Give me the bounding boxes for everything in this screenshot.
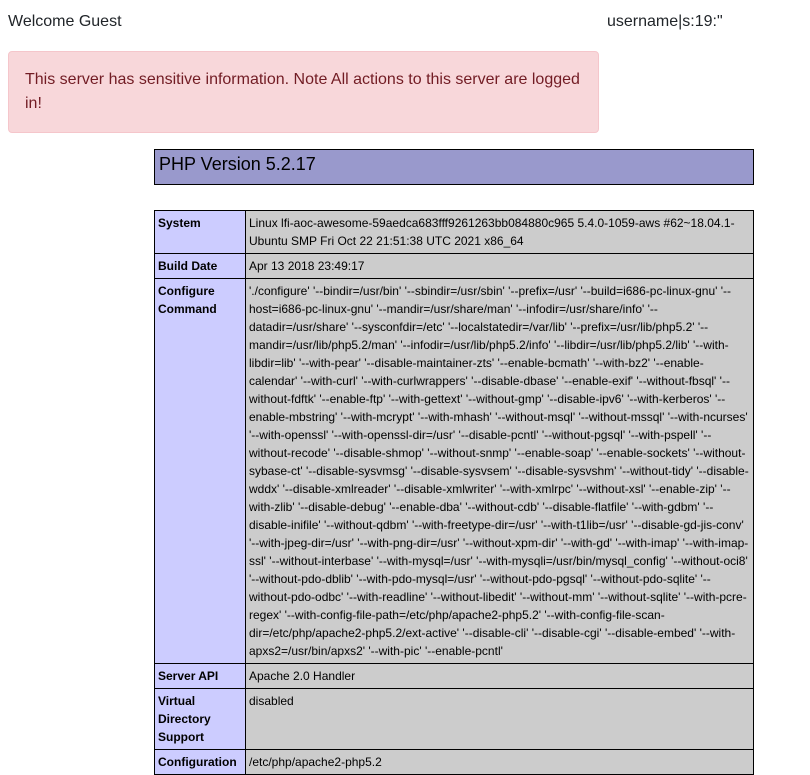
row-value: Apr 13 2018 23:49:17: [245, 253, 754, 279]
row-label: Server API: [154, 663, 246, 689]
row-label: Virtual Directory Support: [154, 688, 246, 750]
row-value: disabled: [245, 688, 754, 750]
table-row: Configuration /etc/php/apache2-php5.2: [154, 749, 754, 775]
table-row: Server API Apache 2.0 Handler: [154, 663, 754, 689]
row-value: /etc/php/apache2-php5.2: [245, 749, 754, 775]
table-row: System Linux lfi-aoc-awesome-59aedca683f…: [154, 210, 754, 254]
top-bar: Welcome Guest username|s:19:": [8, 13, 802, 33]
php-version-header: PHP Version 5.2.17: [154, 149, 754, 185]
session-text: username|s:19:": [607, 13, 723, 30]
table-row: Build Date Apr 13 2018 23:49:17: [154, 253, 754, 279]
table-row: Virtual Directory Support disabled: [154, 688, 754, 750]
table-row: Configure Command './configure' '--bindi…: [154, 278, 754, 664]
warning-alert: This server has sensitive information. N…: [8, 51, 599, 133]
welcome-text: Welcome Guest: [8, 13, 122, 30]
php-info-table: System Linux lfi-aoc-awesome-59aedca683f…: [154, 210, 754, 775]
alert-message: This server has sensitive information. N…: [25, 71, 580, 112]
row-label: Build Date: [154, 253, 246, 279]
row-label: Configure Command: [154, 278, 246, 664]
row-value: Linux lfi-aoc-awesome-59aedca683fff92612…: [245, 210, 754, 254]
row-value: Apache 2.0 Handler: [245, 663, 754, 689]
row-label: System: [154, 210, 246, 254]
php-version-title: PHP Version 5.2.17: [159, 154, 316, 174]
row-label: Configuration: [154, 749, 246, 775]
row-value: './configure' '--bindir=/usr/bin' '--sbi…: [245, 278, 754, 664]
